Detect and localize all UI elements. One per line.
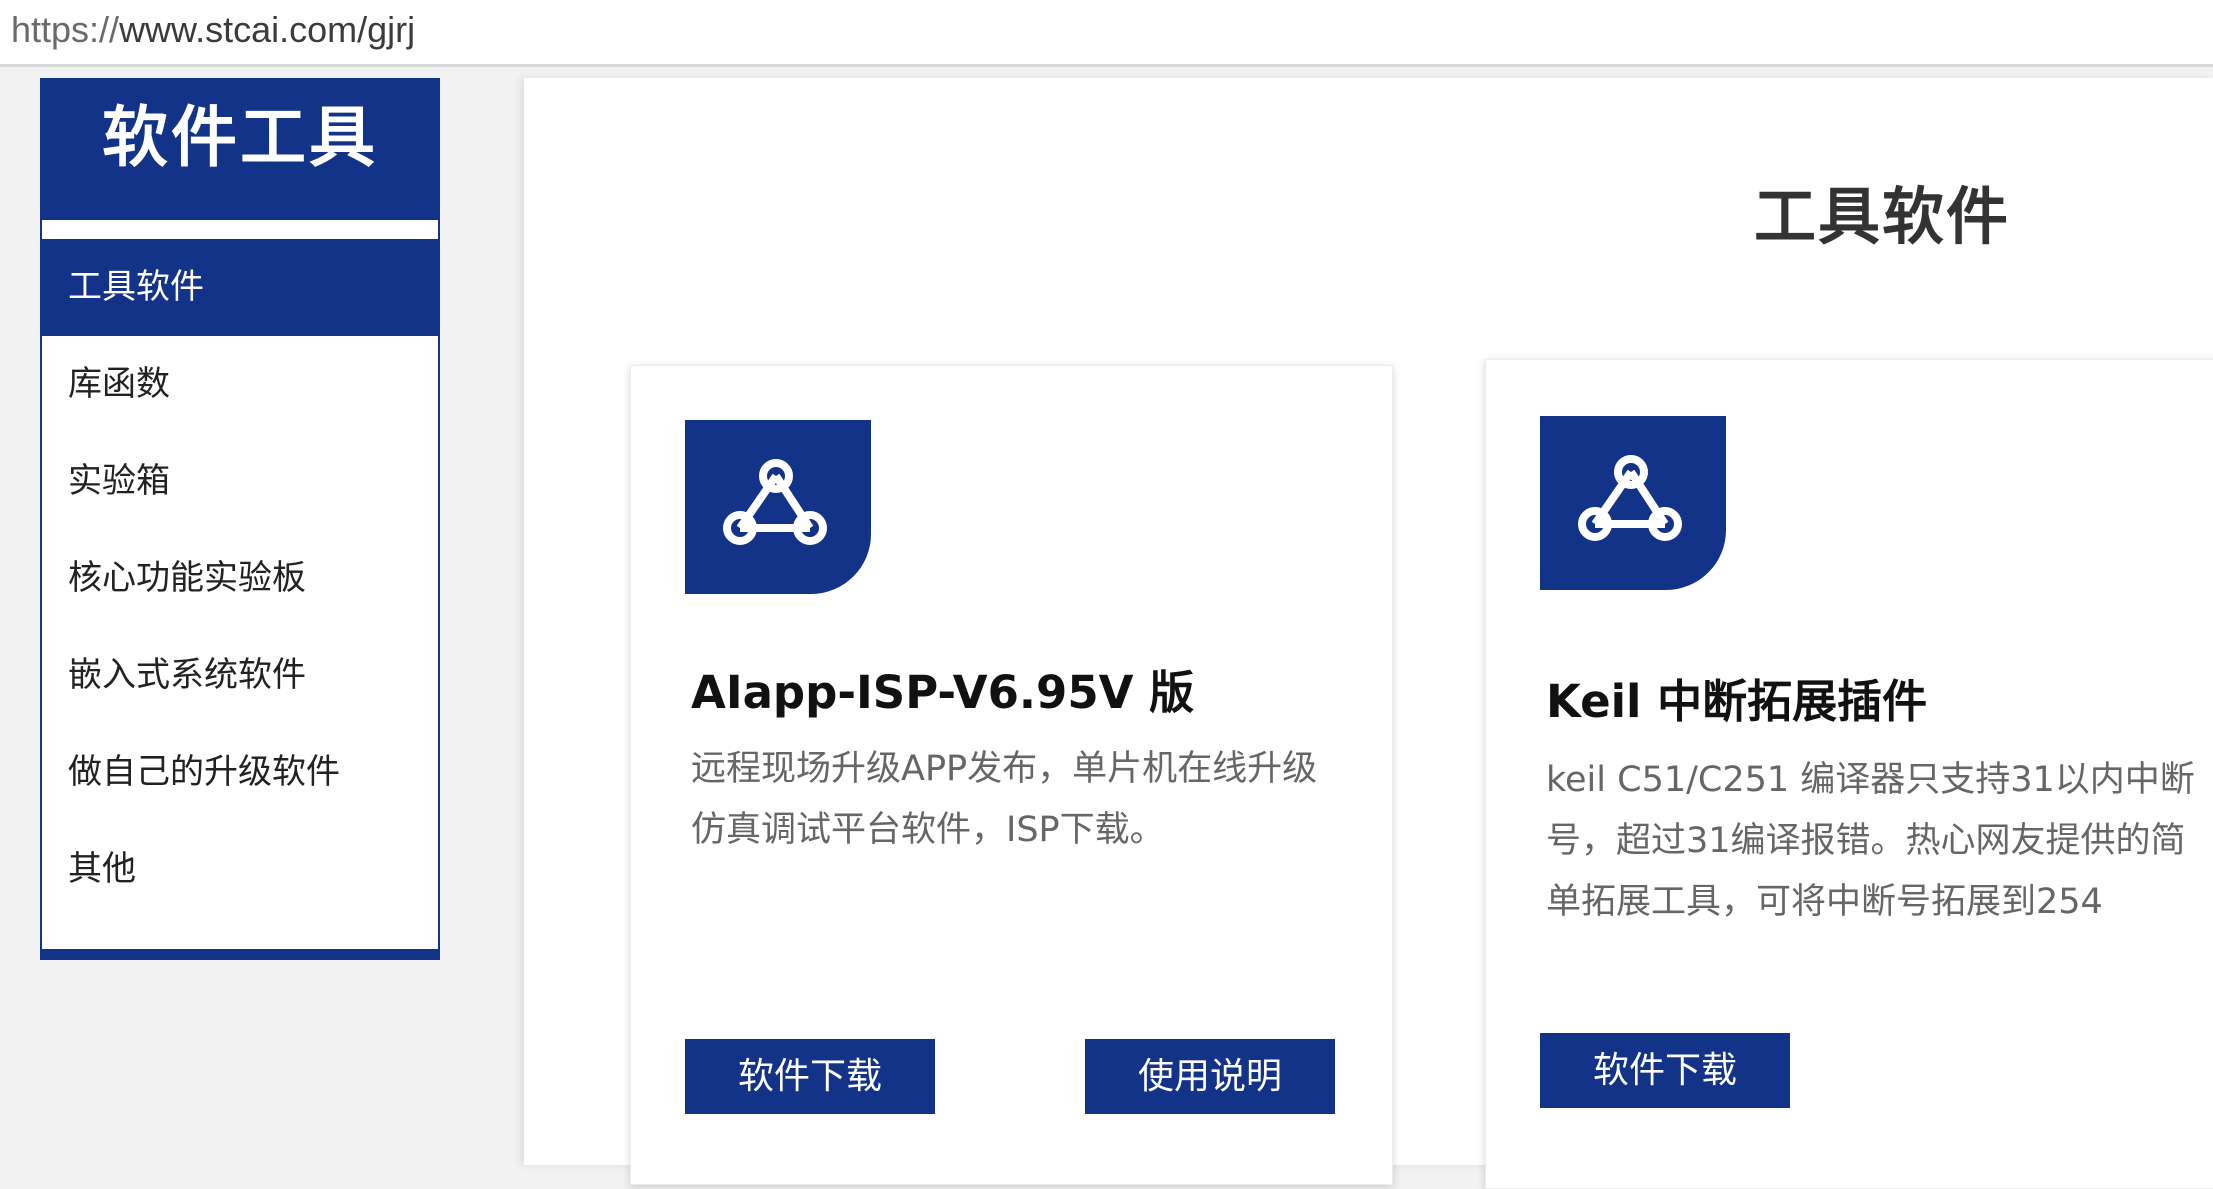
card-description: 远程现场升级APP发布，单片机在线升级 仿真调试平台软件，ISP下载。 (691, 749, 1318, 850)
software-card: AIapp-ISP-V6.95V 版 远程现场升级APP发布，单片机在线升级 仿… (630, 365, 1393, 1185)
sidebar-item-upgrade-software[interactable]: 做自己的升级软件 (42, 724, 438, 821)
sidebar-item-other[interactable]: 其他 (42, 821, 438, 918)
software-download-button[interactable]: 软件下载 (685, 1039, 935, 1114)
card-title: Keil 中断拓展插件 (1546, 675, 1928, 728)
user-manual-button[interactable]: 使用说明 (1085, 1039, 1335, 1114)
software-download-button[interactable]: 软件下载 (1540, 1033, 1790, 1108)
software-card: Keil 中断拓展插件 keil C51/C251 编译器只支持31以内中断 号… (1485, 359, 2213, 1189)
url-text[interactable]: https://www.stcai.com/gjrj (11, 8, 415, 52)
sidebar-item-tool-software[interactable]: 工具软件 (42, 239, 438, 336)
card-description: keil C51/C251 编译器只支持31以内中断 号，超过31编译报错。热心… (1546, 760, 2195, 922)
sidebar-menu: 工具软件 库函数 实验箱 核心功能实验板 嵌入式系统软件 做自己的升级软件 其他 (42, 239, 438, 918)
card-title: AIapp-ISP-V6.95V 版 (691, 666, 1195, 719)
url-scheme: https:// (11, 9, 120, 50)
sidebar-item-core-function-board[interactable]: 核心功能实验板 (42, 530, 438, 627)
sidebar-item-experiment-box[interactable]: 实验箱 (42, 433, 438, 530)
sidebar-item-embedded-software[interactable]: 嵌入式系统软件 (42, 627, 438, 724)
sidebar-item-library-functions[interactable]: 库函数 (42, 336, 438, 433)
share-network-icon (1540, 416, 1726, 590)
sidebar-title: 软件工具 (40, 78, 440, 220)
share-network-icon (685, 420, 871, 594)
section-title: 工具软件 (1754, 180, 2011, 253)
browser-address-bar[interactable]: https://www.stcai.com/gjrj (0, 0, 2213, 67)
url-host-path: www.stcai.com/gjrj (119, 9, 416, 50)
sidebar: 软件工具 工具软件 库函数 实验箱 核心功能实验板 嵌入式系统软件 做自己的升级… (40, 78, 440, 960)
